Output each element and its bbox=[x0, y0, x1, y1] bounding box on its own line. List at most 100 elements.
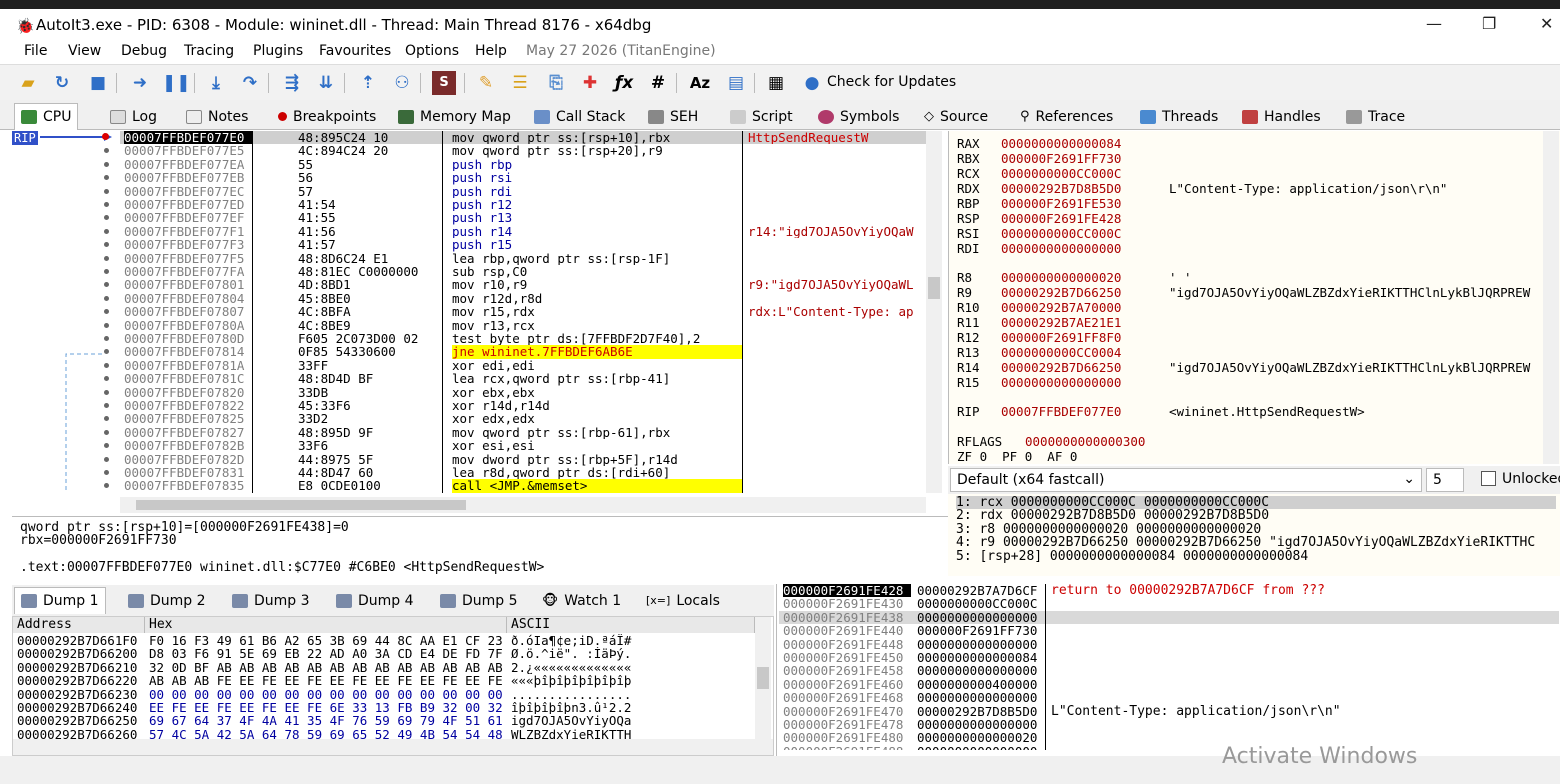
breakpoint-dot[interactable] bbox=[104, 470, 109, 475]
tab-trace[interactable]: Trace bbox=[1340, 103, 1411, 130]
registers-panel[interactable]: RAX 0000000000000084 RBX 000000F2691FF730 RC… bbox=[948, 131, 1560, 464]
disasm-row[interactable]: 00007FFBDEF07804 45:8BE0 mov r12d,r8d bbox=[120, 292, 926, 305]
disasm-row[interactable]: 00007FFBDEF077F3 41:57 push r15 bbox=[120, 238, 926, 251]
tab-dump-5[interactable]: Dump 5 bbox=[434, 587, 524, 614]
disasm-row[interactable]: 00007FFBDEF0781C 48:8D4D BF lea rcx,qword … bbox=[120, 372, 926, 385]
arg-count-spinner[interactable]: 5 bbox=[1426, 468, 1464, 492]
breakpoint-dot[interactable] bbox=[104, 336, 109, 341]
dump-row[interactable]: 00000292B7D66200 D8 03 F6 91 5E 69 EB 22 … bbox=[13, 647, 755, 660]
stack-view[interactable]: 000000F2691FE428 00000292B7A7D6CF return t… bbox=[776, 584, 1560, 756]
patch-icon[interactable]: ✎ bbox=[474, 71, 498, 95]
disasm-row[interactable]: 00007FFBDEF077E5 4C:894C24 20 mov qword pt… bbox=[120, 144, 926, 157]
disasm-row[interactable]: 00007FFBDEF077EA 55 push rbp bbox=[120, 158, 926, 171]
register-value[interactable]: 0000000000000020 bbox=[1001, 271, 1121, 285]
run-icon[interactable]: ➜ bbox=[128, 71, 152, 95]
disasm-row[interactable]: 00007FFBDEF07807 4C:8BFA mov r15,rdx rdx:L"… bbox=[120, 305, 926, 318]
tab-memory-map[interactable]: Memory Map bbox=[392, 103, 517, 130]
argument-row[interactable]: 3: r8 0000000000000020 0000000000000020 bbox=[956, 523, 1556, 536]
disasm-gutter[interactable]: RIP bbox=[12, 131, 112, 493]
register-row[interactable]: R12 000000F2691FF8F0 bbox=[949, 331, 1560, 346]
disasm-row[interactable]: 00007FFBDEF07835 E8 0CDE0100 call <JMP.&me… bbox=[120, 479, 926, 493]
close-button[interactable]: ✕ bbox=[1540, 14, 1553, 33]
disasm-row[interactable]: 00007FFBDEF0780A 4C:8BE9 mov r13,rcx bbox=[120, 319, 926, 332]
register-row[interactable]: RCX 0000000000CC000C bbox=[949, 167, 1560, 182]
register-row[interactable]: R8 0000000000000020 ' ' bbox=[949, 271, 1560, 286]
register-row[interactable]: R14 00000292B7D66250 "igd7OJA5OvYiyOQaWLZB… bbox=[949, 361, 1560, 376]
register-value[interactable]: 00000292B7D66250 bbox=[1001, 361, 1121, 375]
strings-icon[interactable]: Aᴢ bbox=[688, 71, 712, 95]
dump-row[interactable]: 00000292B7D661F0 F0 16 F3 49 61 B6 A2 65 … bbox=[13, 634, 755, 647]
register-value[interactable]: 00000292B7AE21E1 bbox=[1001, 316, 1121, 330]
register-row[interactable]: R10 00000292B7A70000 bbox=[949, 301, 1560, 316]
register-value[interactable]: 0000000000000300 bbox=[1025, 435, 1145, 449]
open-icon[interactable]: ▰ bbox=[16, 71, 40, 95]
menu-file[interactable]: File bbox=[24, 43, 47, 59]
disasm-vscroll[interactable] bbox=[926, 131, 942, 493]
rflags-row[interactable]: RFLAGS 0000000000000300 bbox=[949, 435, 1560, 450]
dump-row[interactable]: 00000292B7D66250 69 67 64 37 4F 4A 41 35 … bbox=[13, 714, 755, 727]
tab-log[interactable]: Log bbox=[104, 103, 163, 130]
stack-row[interactable]: 000000F2691FE440 000000F2691FF730 bbox=[779, 624, 1559, 637]
argument-row[interactable]: 4: r9 00000292B7D66250 00000292B7D66250 … bbox=[956, 536, 1556, 549]
breakpoint-dot[interactable] bbox=[104, 188, 109, 194]
disasm-row[interactable]: 00007FFBDEF0782D 44:8975 5F mov dword ptr … bbox=[120, 453, 926, 466]
register-row[interactable]: R11 00000292B7AE21E1 bbox=[949, 316, 1560, 331]
menu-view[interactable]: View bbox=[68, 43, 101, 59]
calculator-icon[interactable]: ▦ bbox=[764, 71, 788, 95]
disasm-row[interactable]: 00007FFBDEF0781A 33FF xor edi,edi bbox=[120, 359, 926, 372]
breakpoint-dot[interactable] bbox=[104, 255, 109, 261]
stack-row[interactable]: 000000F2691FE450 0000000000000084 bbox=[779, 651, 1559, 664]
run-to-user-code-icon[interactable]: ⚇ bbox=[390, 71, 414, 95]
breakpoint-dot[interactable] bbox=[104, 161, 109, 167]
minimize-button[interactable]: — bbox=[1426, 14, 1442, 33]
dump-row[interactable]: 00000292B7D66240 EE FE EE FE EE FE EE FE … bbox=[13, 701, 755, 714]
disassembly-view[interactable]: 00007FFBDEF077E0 48:895C24 10 mov qword pt… bbox=[120, 131, 926, 493]
register-value[interactable]: 000000F2691FE428 bbox=[1001, 212, 1121, 226]
dump-hscroll[interactable] bbox=[13, 739, 773, 755]
register-row[interactable]: R9 00000292B7D66250 "igd7OJA5OvYiyOQaWLZBZ… bbox=[949, 286, 1560, 301]
stack-row[interactable]: 000000F2691FE478 0000000000000000 bbox=[779, 718, 1559, 731]
disasm-row[interactable]: 00007FFBDEF077EB 56 push rsi bbox=[120, 171, 926, 184]
disasm-row[interactable]: 00007FFBDEF077E0 48:895C24 10 mov qword pt… bbox=[120, 131, 926, 145]
breakpoint-dot[interactable] bbox=[104, 429, 109, 435]
bookmarks-icon[interactable]: ✚ bbox=[578, 71, 602, 95]
tab-breakpoints[interactable]: Breakpoints bbox=[272, 103, 382, 130]
menu-tracing[interactable]: Tracing bbox=[184, 43, 234, 59]
stack-row[interactable]: 000000F2691FE430 0000000000CC000C bbox=[779, 597, 1559, 610]
register-value[interactable]: 00000292B7D66250 bbox=[1001, 286, 1121, 300]
disasm-row[interactable]: 00007FFBDEF0780D F605 2C073D00 02 test byt… bbox=[120, 332, 926, 345]
disasm-hscroll[interactable] bbox=[120, 497, 926, 513]
disasm-row[interactable]: 00007FFBDEF07820 33DB xor ebx,ebx bbox=[120, 386, 926, 399]
breakpoint-dot[interactable] bbox=[104, 295, 109, 301]
tab-references[interactable]: ⚲ References bbox=[1014, 103, 1119, 130]
breakpoint-dot[interactable] bbox=[104, 322, 109, 328]
breakpoint-dot[interactable] bbox=[104, 269, 109, 274]
register-row[interactable]: RDX 00000292B7D8B5D0 L"Content-Type: appli… bbox=[949, 182, 1560, 197]
tab-symbols[interactable]: Symbols bbox=[812, 103, 905, 130]
stack-row[interactable]: 000000F2691FE458 0000000000000000 bbox=[779, 664, 1559, 677]
register-row[interactable]: RBX 000000F2691FF730 bbox=[949, 152, 1560, 167]
register-value[interactable]: 000000F2691FE530 bbox=[1001, 197, 1121, 211]
tab-source[interactable]: ◇ Source bbox=[918, 103, 994, 130]
scylla-icon[interactable]: S bbox=[432, 71, 456, 95]
argument-row[interactable]: 1: rcx 0000000000CC000C 0000000000CC000C bbox=[956, 496, 1556, 510]
disasm-row[interactable]: 00007FFBDEF0782B 33F6 xor esi,esi bbox=[120, 439, 926, 452]
register-row[interactable]: R15 0000000000000000 bbox=[949, 376, 1560, 391]
register-row[interactable]: RIP 00007FFBDEF077E0 <wininet.HttpSendRequ… bbox=[949, 405, 1560, 420]
disasm-row[interactable]: 00007FFBDEF07825 33D2 xor edx,edx bbox=[120, 412, 926, 425]
register-value[interactable]: 000000F2691FF730 bbox=[1001, 152, 1121, 166]
tab-script[interactable]: Script bbox=[724, 103, 799, 130]
stack-row[interactable]: 000000F2691FE470 00000292B7D8B5D0 L"Conten… bbox=[779, 705, 1559, 718]
register-value[interactable]: 0000000000CC000C bbox=[1001, 227, 1121, 241]
register-value[interactable]: 000000F2691FF8F0 bbox=[1001, 331, 1121, 345]
breakpoint-marker[interactable] bbox=[102, 133, 109, 140]
tab-threads[interactable]: Threads bbox=[1134, 103, 1224, 130]
register-value[interactable]: 0000000000000000 bbox=[1001, 242, 1121, 256]
disasm-row[interactable]: 00007FFBDEF077FA 48:81EC C0000000 sub rsp,… bbox=[120, 265, 926, 278]
register-row[interactable]: RBP 000000F2691FE530 bbox=[949, 197, 1560, 212]
disasm-row[interactable]: 00007FFBDEF077F5 48:8D6C24 E1 lea rbp,qwor… bbox=[120, 252, 926, 265]
register-value[interactable]: 00007FFBDEF077E0 bbox=[1001, 405, 1121, 419]
breakpoint-dot[interactable] bbox=[104, 362, 109, 368]
trace-into-icon[interactable]: ⇶ bbox=[280, 71, 304, 95]
register-row[interactable]: RDI 0000000000000000 bbox=[949, 242, 1560, 257]
